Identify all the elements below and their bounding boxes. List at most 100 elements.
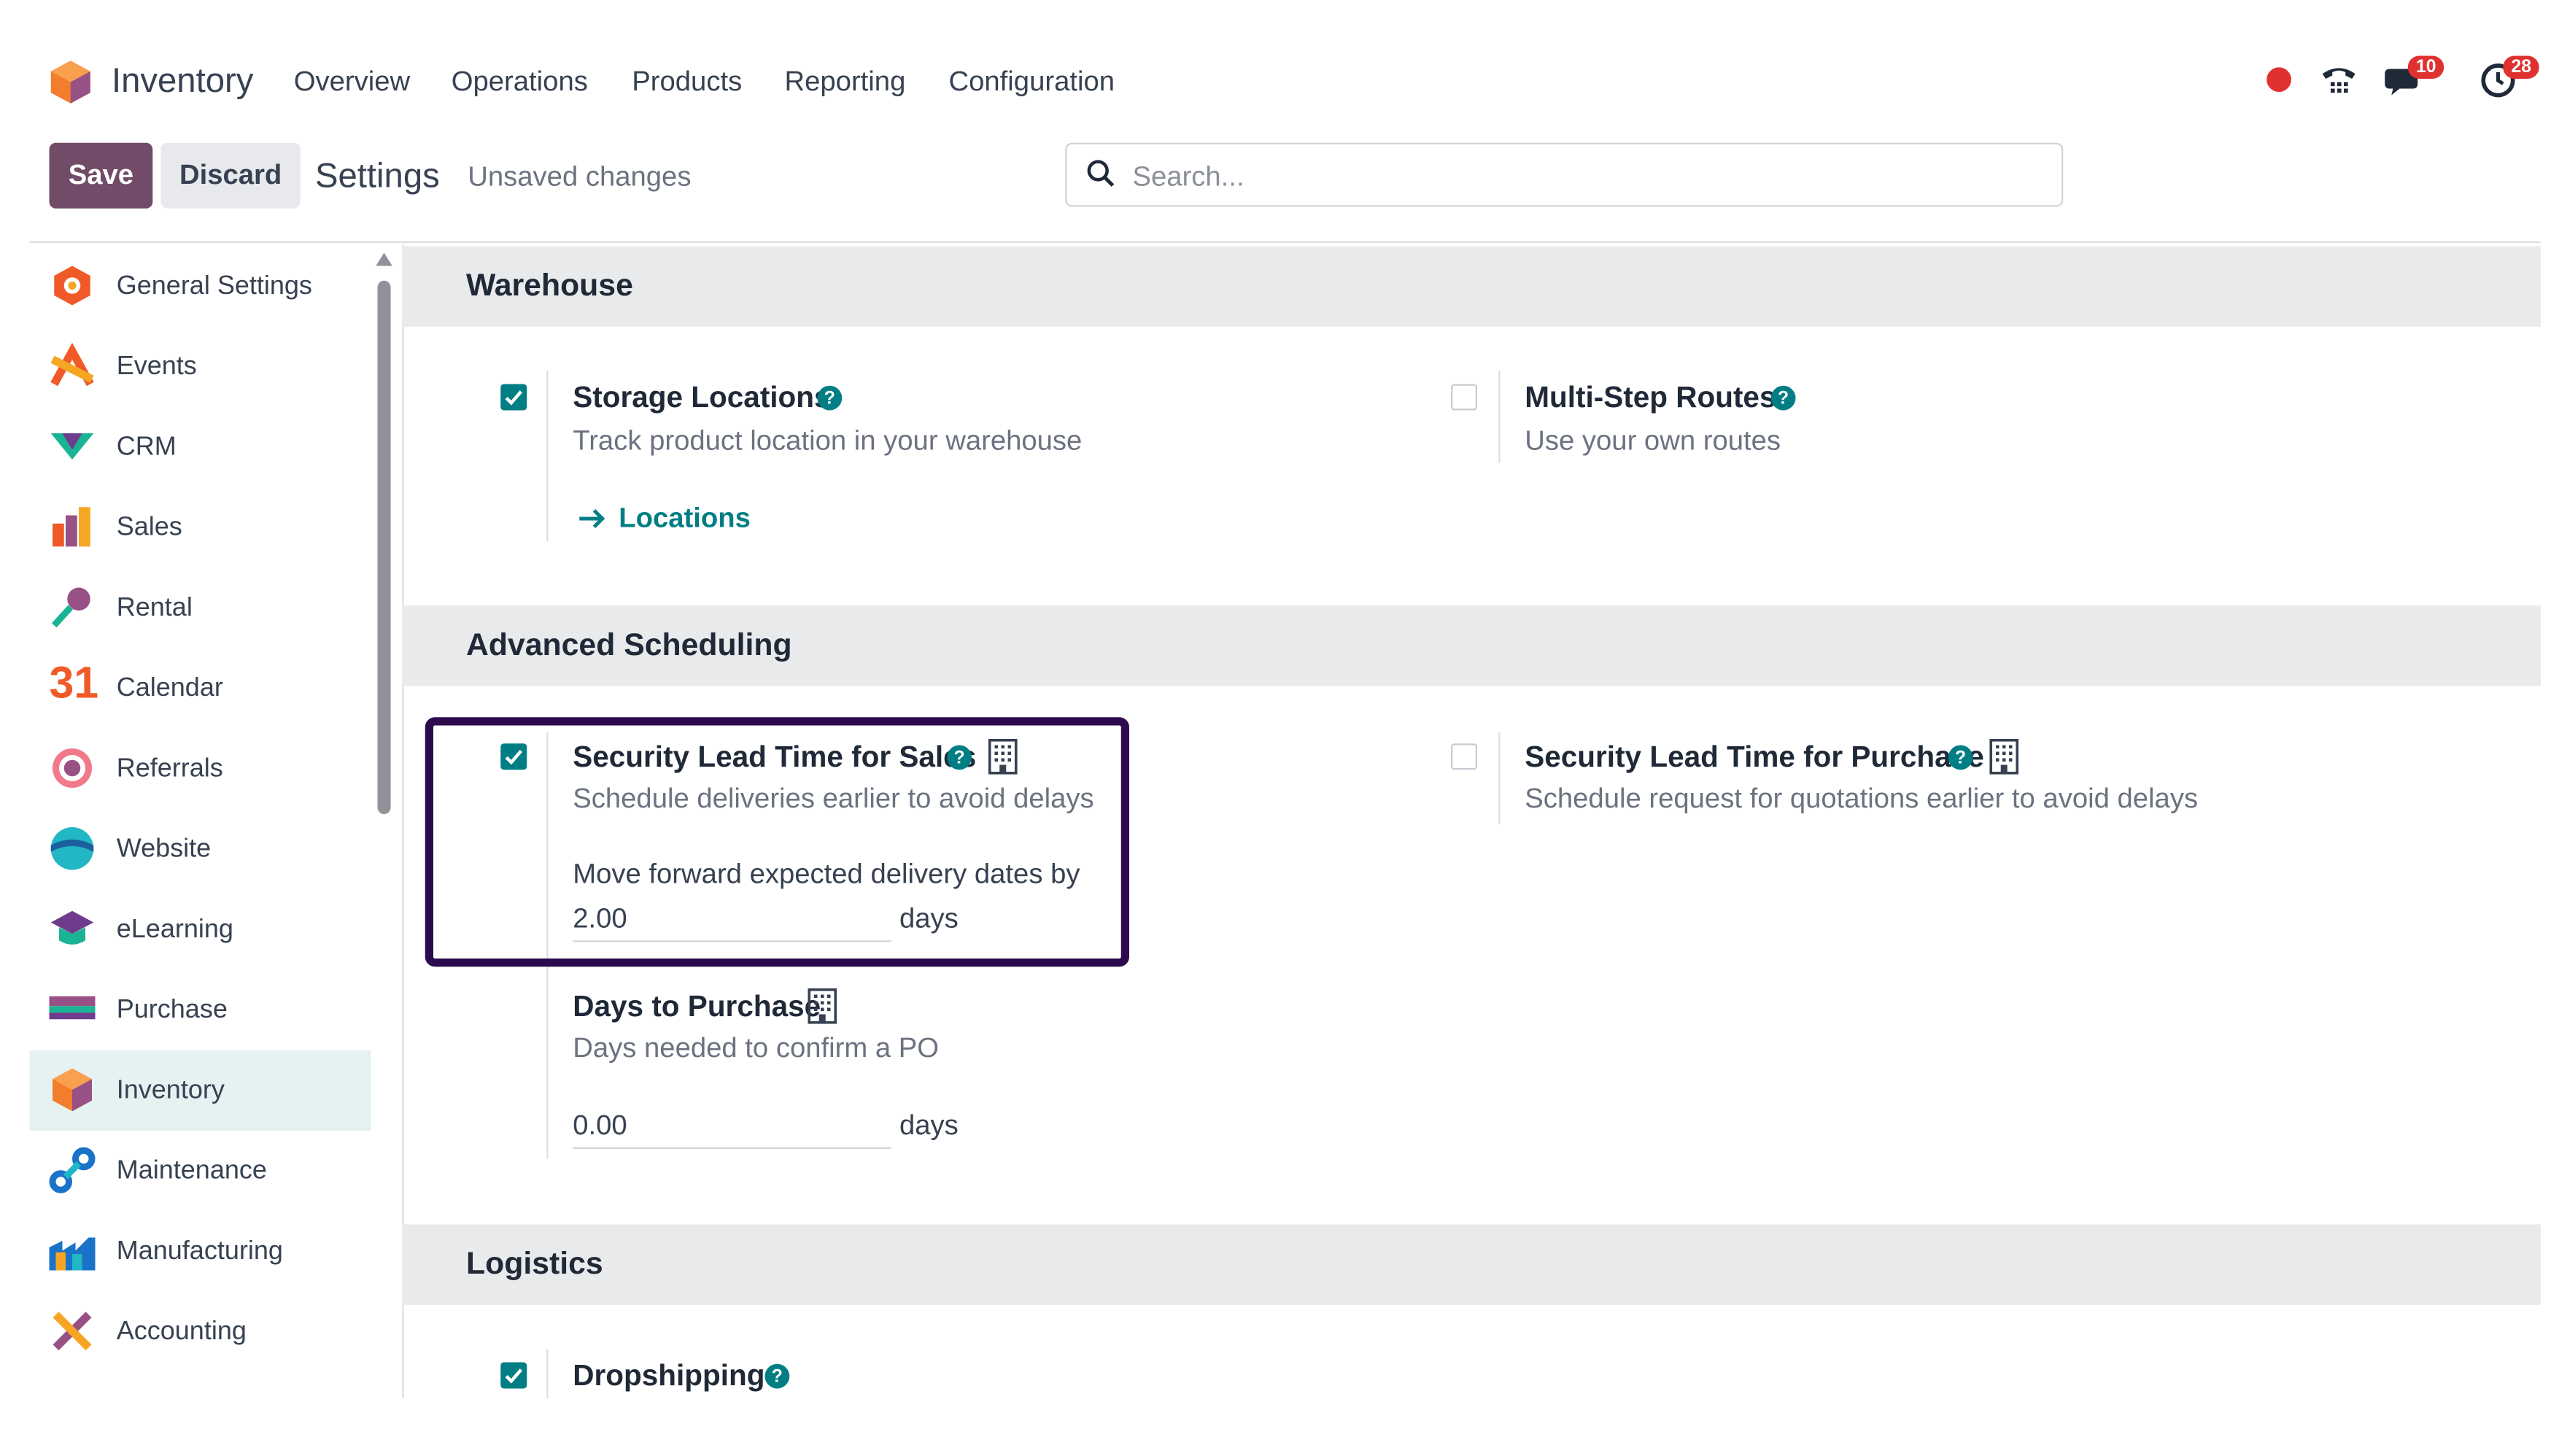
security-lead-time-purchase-checkbox[interactable] <box>1451 743 1477 770</box>
help-icon[interactable]: ? <box>1770 385 1796 411</box>
accounting-icon <box>50 1308 96 1354</box>
checkmark-icon <box>505 390 523 406</box>
nav-products[interactable]: Products <box>632 66 742 98</box>
days-to-purchase-title: Days to Purchase <box>573 989 821 1023</box>
inventory-app-icon[interactable] <box>50 59 93 105</box>
section-logistics-header: Logistics <box>402 1224 2541 1305</box>
messages-badge: 10 <box>2407 55 2444 79</box>
sidebar-item-maintenance[interactable]: Maintenance <box>30 1131 371 1211</box>
security-lead-time-purchase-desc: Schedule request for quotations earlier … <box>1525 783 2199 814</box>
sidebar-item-website[interactable]: Website <box>30 809 371 889</box>
sales-icon <box>50 504 96 550</box>
sidebar-item-label: Events <box>116 352 197 380</box>
general-settings-icon <box>50 263 96 309</box>
page-title: Settings <box>315 158 440 195</box>
setting-divider <box>546 371 549 542</box>
events-icon <box>50 342 96 389</box>
company-building-icon <box>808 988 837 1033</box>
sidebar-item-label: Manufacturing <box>116 1236 283 1265</box>
nav-operations[interactable]: Operations <box>452 66 588 98</box>
app-name[interactable]: Inventory <box>112 63 253 102</box>
sidebar-item-label: CRM <box>116 432 177 461</box>
days-to-purchase-unit: days <box>899 1110 959 1141</box>
locations-link[interactable]: Locations <box>619 503 751 535</box>
help-icon[interactable]: ? <box>1948 745 1973 770</box>
multi-step-routes-desc: Use your own routes <box>1525 425 1781 457</box>
settings-sidebar: General Settings Events CRM Sales Rental <box>29 244 404 1398</box>
security-lead-time-purchase-title: Security Lead Time for Purchase <box>1525 740 1984 773</box>
sidebar-item-referrals[interactable]: Referrals <box>30 729 371 809</box>
company-building-icon <box>1989 738 2019 783</box>
sidebar-item-calendar[interactable]: 31 Calendar <box>30 648 371 729</box>
referrals-icon <box>50 746 96 791</box>
sidebar-item-label: Calendar <box>116 673 223 702</box>
sidebar-item-label: Maintenance <box>116 1156 267 1185</box>
setting-divider <box>1498 371 1501 463</box>
dropshipping-title: Dropshipping <box>573 1359 765 1392</box>
crm-icon <box>50 424 96 470</box>
sidebar-item-label: Purchase <box>116 995 228 1023</box>
sidebar-item-accounting[interactable]: Accounting <box>30 1292 371 1372</box>
sidebar-item-sales[interactable]: Sales <box>30 487 371 568</box>
storage-locations-title: Storage Locations <box>573 381 831 414</box>
multi-step-routes-title: Multi-Step Routes <box>1525 381 1776 414</box>
activities-clock-icon[interactable]: 28 <box>2480 55 2540 102</box>
setting-divider <box>546 1349 549 1398</box>
phone-icon[interactable] <box>2319 63 2358 107</box>
sidebar-item-label: Referrals <box>116 754 223 783</box>
sidebar-item-label: Inventory <box>116 1075 225 1104</box>
setting-divider <box>1498 732 1501 824</box>
nav-reporting[interactable]: Reporting <box>785 66 906 98</box>
manufacturing-icon <box>49 1228 96 1274</box>
sidebar-item-purchase[interactable]: Purchase <box>30 970 371 1050</box>
dropshipping-checkbox[interactable] <box>500 1362 527 1389</box>
multi-step-routes-checkbox[interactable] <box>1451 384 1477 411</box>
section-title: Advanced Scheduling <box>466 628 792 663</box>
sidebar-item-rental[interactable]: Rental <box>30 568 371 648</box>
help-icon[interactable]: ? <box>764 1363 790 1389</box>
sidebar-item-elearning[interactable]: eLearning <box>30 890 371 970</box>
messages-icon[interactable]: 10 <box>2383 55 2444 102</box>
activities-badge: 28 <box>2503 55 2540 79</box>
record-dot-icon[interactable] <box>2266 67 2291 100</box>
search-bar[interactable] <box>1065 142 2064 209</box>
input-underline <box>573 1147 891 1149</box>
sidebar-item-label: Website <box>116 835 212 863</box>
rental-icon <box>50 584 96 630</box>
sidebar-scrollbar[interactable] <box>374 251 394 1392</box>
section-title: Logistics <box>466 1247 603 1282</box>
header-divider <box>29 241 2541 243</box>
checkmark-icon <box>505 1368 523 1384</box>
arrow-right-icon[interactable] <box>578 507 608 538</box>
days-to-purchase-desc: Days needed to confirm a PO <box>573 1032 940 1064</box>
sidebar-item-label: Rental <box>116 593 193 621</box>
sidebar-item-manufacturing[interactable]: Manufacturing <box>30 1212 371 1292</box>
search-input[interactable] <box>1129 144 2022 209</box>
calendar-icon: 31 <box>49 658 99 708</box>
nav-overview[interactable]: Overview <box>294 66 410 98</box>
website-icon <box>50 826 96 872</box>
save-button[interactable]: Save <box>49 142 153 209</box>
sidebar-item-general-settings[interactable]: General Settings <box>30 247 371 327</box>
sidebar-item-inventory[interactable]: Inventory <box>29 1050 371 1131</box>
section-warehouse-header: Warehouse <box>402 246 2541 327</box>
days-to-purchase-input[interactable]: 0.00 <box>573 1110 627 1142</box>
search-icon <box>1087 159 1117 197</box>
help-icon[interactable]: ? <box>817 385 843 411</box>
storage-locations-checkbox[interactable] <box>500 384 527 411</box>
elearning-icon <box>50 906 96 952</box>
sidebar-item-crm[interactable]: CRM <box>30 407 371 487</box>
sidebar-item-label: Sales <box>116 513 182 541</box>
storage-locations-desc: Track product location in your warehouse <box>573 425 1083 457</box>
scroll-up-arrow-icon[interactable] <box>374 251 394 268</box>
inventory-icon <box>50 1067 96 1113</box>
sidebar-item-events[interactable]: Events <box>30 327 371 407</box>
section-title: Warehouse <box>466 269 633 304</box>
nav-configuration[interactable]: Configuration <box>949 66 1115 98</box>
discard-button[interactable]: Discard <box>160 142 301 209</box>
sidebar-item-label: General Settings <box>116 271 312 300</box>
scroll-thumb[interactable] <box>377 280 391 814</box>
highlight-box <box>425 717 1129 967</box>
section-advanced-scheduling-header: Advanced Scheduling <box>402 605 2541 686</box>
sidebar-item-label: Accounting <box>116 1317 247 1345</box>
